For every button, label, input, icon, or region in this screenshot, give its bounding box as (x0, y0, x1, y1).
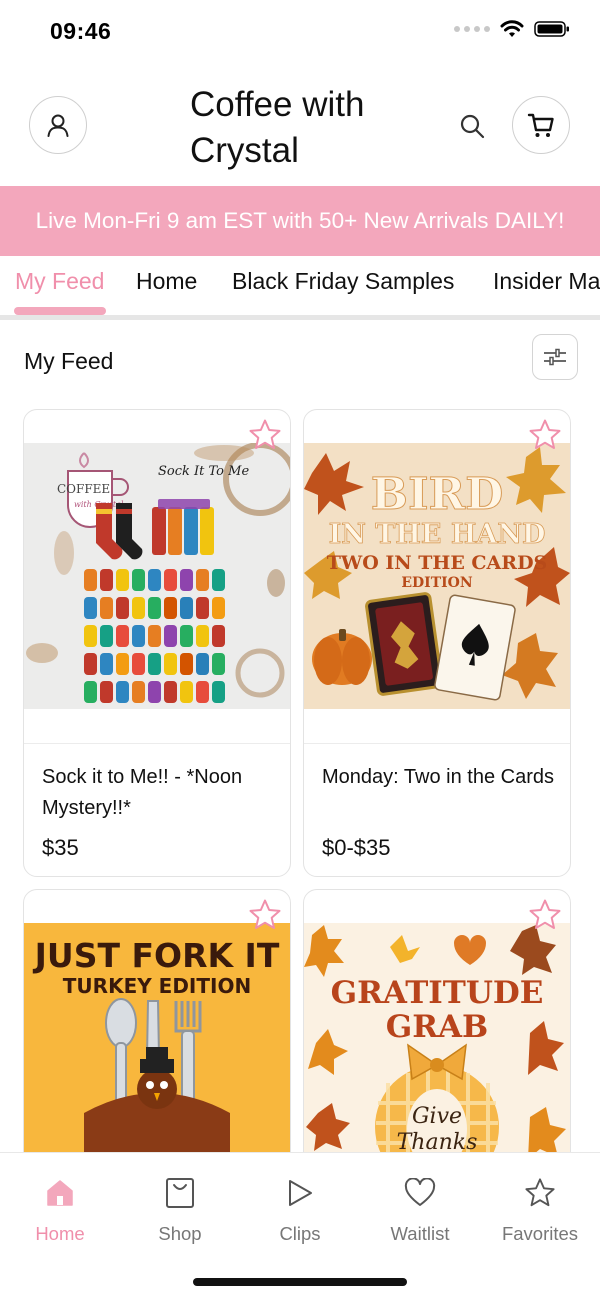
nav-waitlist[interactable]: Waitlist (360, 1175, 480, 1245)
favorite-star-icon[interactable] (528, 898, 562, 932)
favorite-star-icon[interactable] (248, 418, 282, 452)
product-image: JUST FORK IT TURKEY EDITION (24, 923, 290, 1178)
status-time: 09:46 (50, 18, 112, 44)
wifi-icon (500, 20, 524, 37)
product-name[interactable]: Sock it to Me!! - *Noon Mystery!!* (42, 762, 277, 824)
poster-text-line3: TWO IN THE CARDS (327, 552, 548, 574)
feed-header: My Feed (0, 334, 600, 386)
store-title: Coffee with Crystal (190, 85, 365, 170)
nav-favorites[interactable]: Favorites (480, 1175, 600, 1245)
nav-label: Clips (279, 1223, 321, 1244)
play-icon (289, 1180, 312, 1206)
heart-icon (404, 1178, 436, 1206)
signal-icon (454, 26, 490, 32)
tab-black-friday-samples[interactable]: Black Friday Samples (232, 268, 454, 295)
status-bar: 09:46 (0, 0, 600, 66)
nav-home[interactable]: Home (0, 1175, 120, 1245)
product-image: COFFEE with Crystal Sock It To Me (24, 443, 290, 709)
favorite-star-icon[interactable] (528, 418, 562, 452)
nav-clips[interactable]: Clips (240, 1175, 360, 1245)
card-divider (304, 743, 570, 744)
product-image: BIRD IN THE HAND TWO IN THE CARDS EDITIO… (304, 443, 570, 709)
status-icons (454, 20, 570, 38)
nav-label: Home (35, 1223, 85, 1244)
tab-my-feed[interactable]: My Feed (15, 268, 104, 295)
poster-text-line2: TURKEY EDITION (63, 974, 251, 998)
product-price: $0-$35 (322, 835, 391, 860)
poster-text-line1: GRATITUDE (331, 975, 544, 1011)
active-tab-indicator (14, 307, 106, 315)
product-image: GRATITUDE GRAB Give Thanks (304, 923, 570, 1178)
favorite-star-icon[interactable] (248, 898, 282, 932)
search-icon (460, 114, 485, 139)
nav-label: Waitlist (390, 1223, 450, 1244)
tab-insider[interactable]: Insider Ma (493, 268, 600, 295)
product-card-sock-it-to-me[interactable]: COFFEE with Crystal Sock It To Me (23, 409, 291, 877)
product-price: $35 (42, 835, 79, 860)
product-card-gratitude-grab[interactable]: GRATITUDE GRAB Give Thanks (303, 889, 571, 1179)
poster-text-line2: IN THE HAND (329, 519, 546, 550)
poster-text-line1: BIRD (371, 469, 504, 520)
app-header: Coffee with Crystal (0, 80, 600, 180)
user-icon (47, 114, 69, 137)
cart-button[interactable] (512, 96, 570, 154)
shopping-bag-icon (166, 1178, 194, 1208)
bottom-navigation: Home Shop Clips Waitlist Favorites (0, 1152, 600, 1299)
card-divider (24, 743, 290, 744)
star-icon (525, 1178, 555, 1207)
nav-label: Favorites (501, 1223, 579, 1244)
promo-banner[interactable]: Live Mon-Fri 9 am EST with 50+ New Arriv… (0, 186, 600, 256)
nav-label: Shop (158, 1223, 202, 1244)
product-card-two-in-the-cards[interactable]: BIRD IN THE HAND TWO IN THE CARDS EDITIO… (303, 409, 571, 877)
badge-text: Sock It To Me (158, 464, 249, 479)
cart-icon (527, 113, 554, 137)
section-title: My Feed (24, 348, 114, 374)
poster-text-line1: JUST FORK IT (33, 936, 280, 975)
poster-text-line4: EDITION (401, 575, 473, 591)
sliders-icon (544, 348, 566, 366)
promo-text: Live Mon-Fri 9 am EST with 50+ New Arriv… (35, 208, 565, 233)
profile-button[interactable] (29, 96, 87, 154)
logo-text-brand: COFFEE (57, 482, 110, 496)
home-indicator (193, 1278, 407, 1286)
product-card-just-fork-it[interactable]: JUST FORK IT TURKEY EDITION (23, 889, 291, 1179)
tab-home[interactable]: Home (136, 268, 197, 295)
battery-icon (534, 21, 569, 37)
nav-shop[interactable]: Shop (120, 1175, 240, 1245)
category-tabs: My Feed Home Black Friday Samples Inside… (0, 256, 600, 320)
poster-text-line2: GRAB (386, 1009, 489, 1045)
search-button[interactable] (454, 108, 490, 144)
poster-text-line3: Give (412, 1104, 462, 1129)
filter-button[interactable] (532, 334, 578, 380)
home-icon (47, 1180, 73, 1206)
product-name[interactable]: Monday: Two in the Cards (322, 762, 557, 793)
